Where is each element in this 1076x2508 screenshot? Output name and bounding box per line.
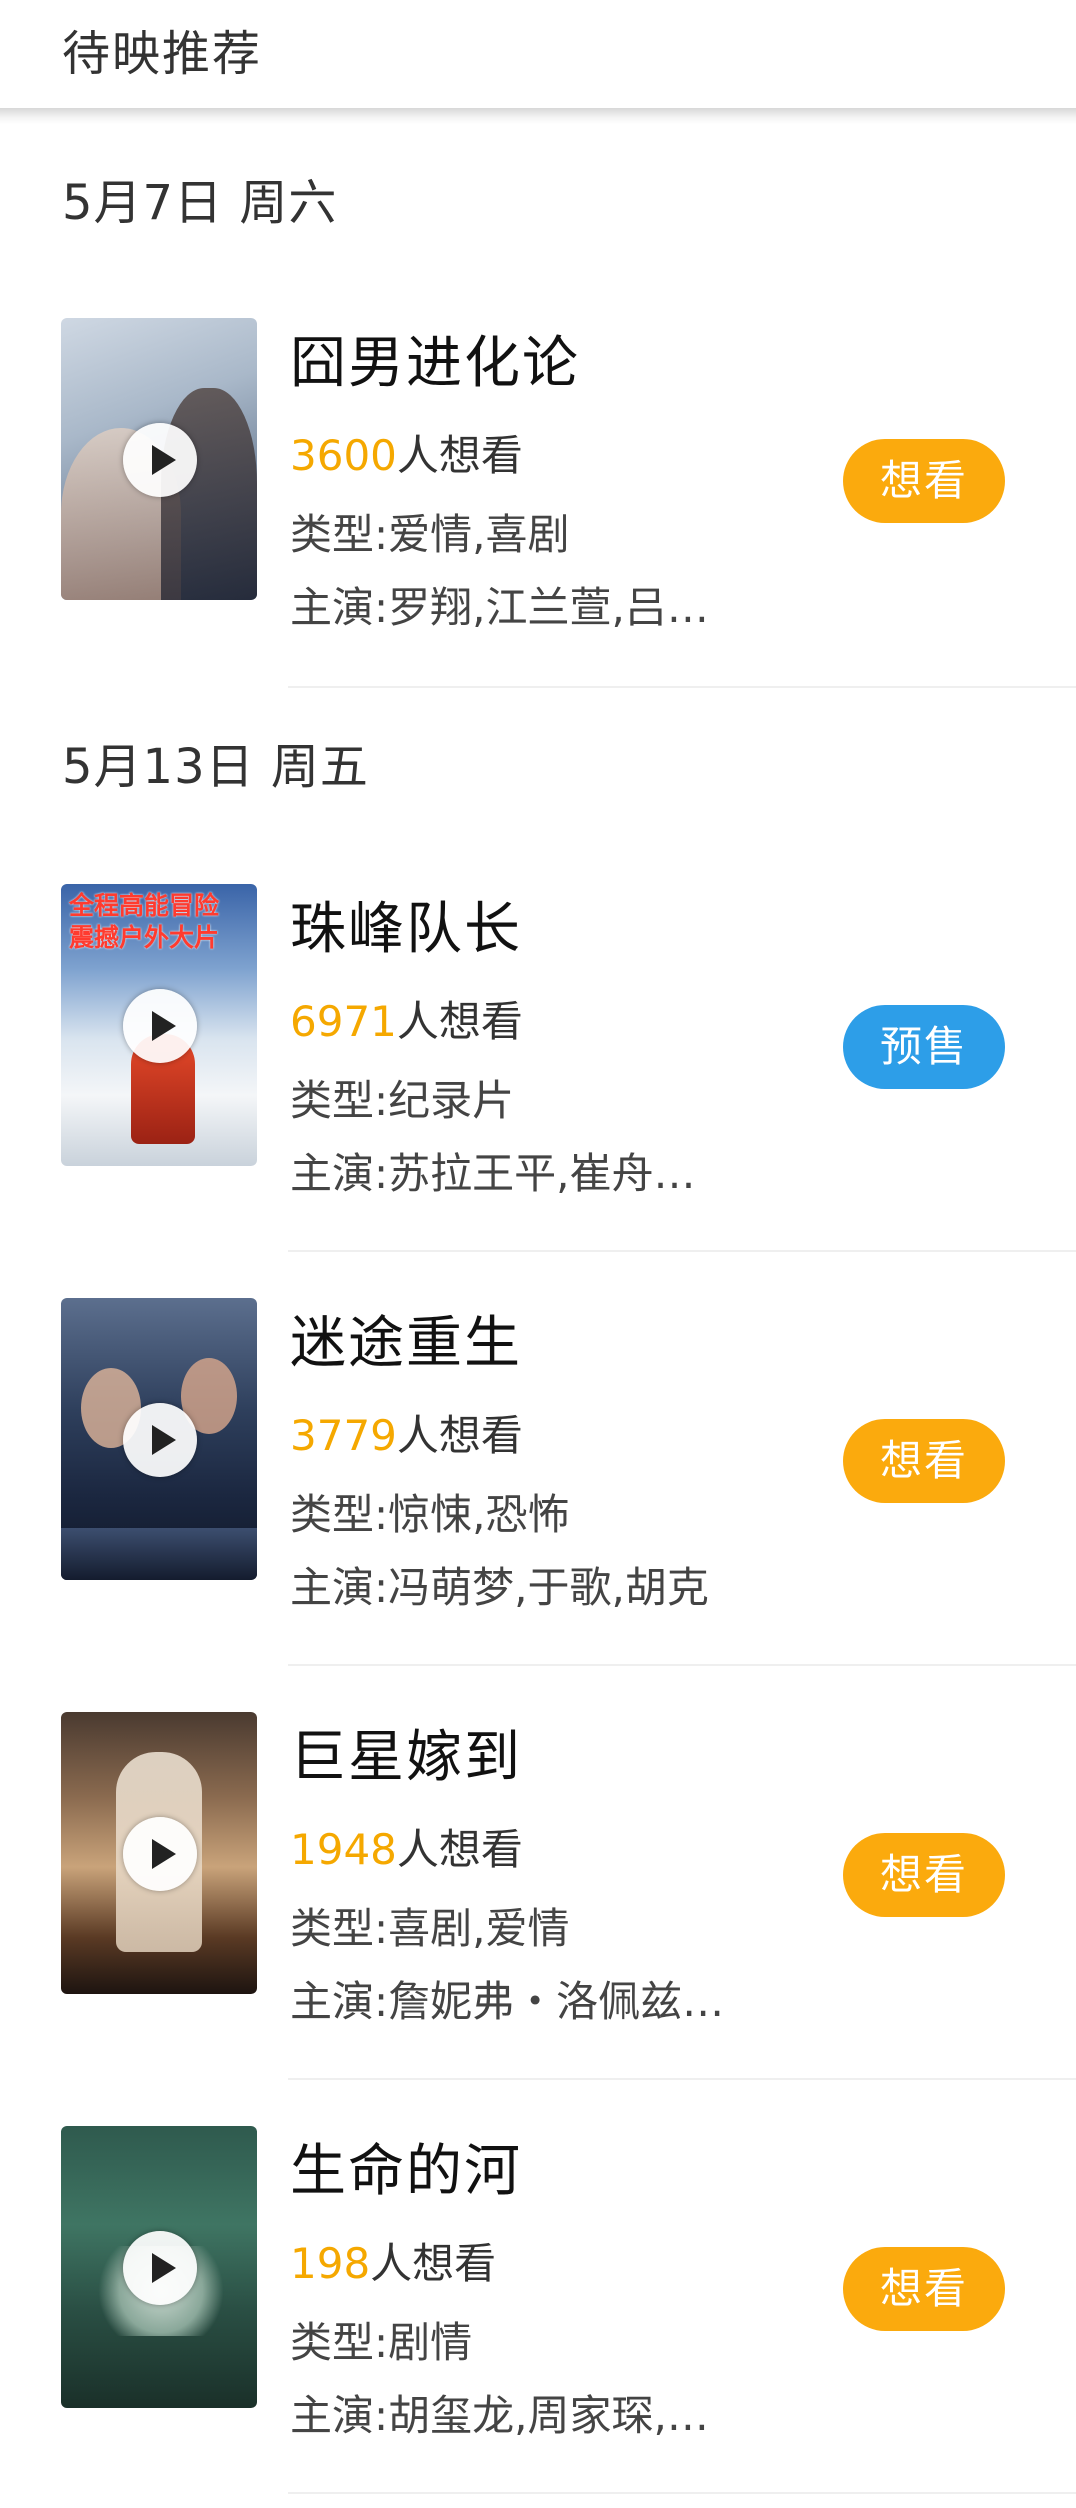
movie-title[interactable]: 囧男进化论 (290, 318, 580, 399)
movie-title[interactable]: 迷途重生 (290, 1298, 522, 1379)
divider (288, 1664, 1076, 1666)
want-count: 3600 (290, 431, 397, 480)
want-count-row: 3779人想看 (290, 1402, 523, 1463)
movie-title[interactable]: 巨星嫁到 (290, 1712, 522, 1793)
divider (288, 1250, 1076, 1252)
want-count: 3779 (290, 1411, 397, 1460)
movie-item[interactable]: 全程高能冒险 震撼户外大片 珠峰队长 6971人想看 类型:纪录片 主演:苏拉王平… (0, 884, 1076, 1294)
movie-item[interactable]: 囧男进化论 3600人想看 类型:爱情,喜剧 主演:罗翔,江兰萱,吕… 想看 (0, 318, 1076, 728)
movie-cast: 主演:苏拉王平,崔舟… (290, 1149, 696, 1198)
want-suffix: 人想看 (396, 431, 523, 480)
movie-genre: 类型:纪录片 (290, 1076, 515, 1125)
date-header: 5月13日 周五 (62, 739, 369, 795)
movie-genre: 类型:惊悚,恐怖 (290, 1490, 570, 1539)
movie-genre: 类型:剧情 (290, 2318, 473, 2367)
top-bar: 待映推荐 (0, 0, 1076, 112)
movie-genre: 类型:喜剧,爱情 (290, 1904, 570, 1953)
divider (288, 686, 1076, 688)
want-count: 6971 (290, 997, 397, 1046)
want-count: 1948 (290, 1825, 397, 1874)
play-button[interactable] (123, 2231, 197, 2305)
play-icon (152, 1011, 176, 1041)
date-header: 5月7日 周六 (62, 175, 338, 231)
play-icon (152, 2253, 176, 2283)
movie-poster[interactable] (61, 2126, 257, 2408)
want-suffix: 人想看 (396, 1411, 523, 1460)
movie-item[interactable]: 迷途重生 3779人想看 类型:惊悚,恐怖 主演:冯萌梦,于歌,胡克 想看 (0, 1298, 1076, 1708)
movie-poster[interactable] (61, 318, 257, 600)
want-button[interactable]: 想看 (843, 1833, 1005, 1917)
play-button[interactable] (123, 1403, 197, 1477)
play-button[interactable] (123, 1817, 197, 1891)
movie-poster[interactable] (61, 1298, 257, 1580)
movie-genre: 类型:爱情,喜剧 (290, 510, 570, 559)
want-suffix: 人想看 (370, 2239, 497, 2288)
movie-cast: 主演:冯萌梦,于歌,胡克 (290, 1563, 709, 1612)
presale-button[interactable]: 预售 (843, 1005, 1005, 1089)
poster-tagline: 全程高能冒险 震撼户外大片 (69, 891, 220, 952)
movie-title[interactable]: 生命的河 (290, 2126, 522, 2207)
movie-title[interactable]: 珠峰队长 (290, 884, 522, 965)
movie-cast: 主演:詹妮弗・洛佩兹… (290, 1977, 725, 2026)
movie-item[interactable]: 生命的河 198人想看 类型:剧情 主演:胡玺龙,周家琛,… 想看 (0, 2126, 1076, 2508)
want-count-row: 198人想看 (290, 2230, 496, 2291)
movie-cast: 主演:胡玺龙,周家琛,… (290, 2391, 709, 2440)
divider (288, 2078, 1076, 2080)
movie-poster[interactable]: 全程高能冒险 震撼户外大片 (61, 884, 257, 1166)
want-count-row: 1948人想看 (290, 1816, 523, 1877)
want-suffix: 人想看 (396, 997, 523, 1046)
want-count-row: 6971人想看 (290, 988, 523, 1049)
play-icon (152, 1839, 176, 1869)
page-title: 待映推荐 (62, 26, 263, 82)
divider (288, 2492, 1076, 2494)
movie-cast: 主演:罗翔,江兰萱,吕… (290, 583, 709, 632)
want-count-row: 3600人想看 (290, 422, 523, 483)
play-button[interactable] (123, 989, 197, 1063)
movie-poster[interactable] (61, 1712, 257, 1994)
poster-ground (61, 1528, 257, 1580)
want-suffix: 人想看 (396, 1825, 523, 1874)
want-count: 198 (290, 2239, 371, 2288)
play-button[interactable] (123, 423, 197, 497)
want-button[interactable]: 想看 (843, 1419, 1005, 1503)
play-icon (152, 1425, 176, 1455)
want-button[interactable]: 想看 (843, 439, 1005, 523)
play-icon (152, 445, 176, 475)
header-divider (0, 108, 1076, 124)
want-button[interactable]: 想看 (843, 2247, 1005, 2331)
movie-item[interactable]: 巨星嫁到 1948人想看 类型:喜剧,爱情 主演:詹妮弗・洛佩兹… 想看 (0, 1712, 1076, 2122)
